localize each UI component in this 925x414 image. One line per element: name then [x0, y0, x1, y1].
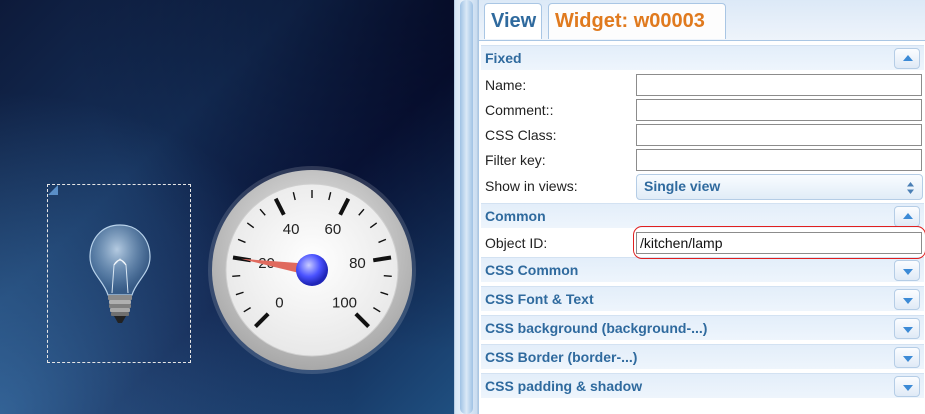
widget-canvas[interactable]: 020406080100	[0, 0, 454, 414]
comment-label: Comment::	[485, 102, 554, 118]
collapse-common-button[interactable]	[894, 206, 920, 227]
filter-key-label: Filter key:	[485, 152, 546, 168]
row-comment: Comment::	[485, 98, 924, 123]
comment-field[interactable]	[636, 99, 922, 121]
section-css-border[interactable]: CSS Border (border-...)	[481, 344, 924, 369]
minor-tick	[383, 274, 392, 277]
chevron-down-icon	[903, 269, 913, 275]
name-label: Name:	[485, 77, 527, 93]
css-class-label: CSS Class:	[485, 127, 557, 143]
major-tick	[372, 255, 392, 263]
section-css-border-title: CSS Border (border-...)	[485, 349, 638, 365]
section-fixed[interactable]: Fixed	[481, 45, 924, 70]
collapse-fixed-button[interactable]	[894, 48, 920, 69]
chevron-up-icon	[903, 213, 913, 219]
expand-css-border-button[interactable]	[894, 347, 920, 368]
property-panel: View Widget: w00003 Fixed Name: Comment:…	[478, 0, 925, 414]
row-show-in-views: Show in views: Single view	[485, 174, 924, 200]
tab-widget[interactable]: Widget: w00003	[548, 3, 726, 39]
gauge-label: 80	[349, 255, 366, 272]
panel-splitter[interactable]	[454, 0, 478, 414]
section-css-padding-shadow-title: CSS padding & shadow	[485, 378, 643, 394]
chevron-down-icon	[903, 327, 913, 333]
chevron-down-icon	[903, 385, 913, 391]
gauge-label: 60	[325, 221, 342, 238]
row-css-class: CSS Class:	[485, 123, 924, 148]
object-id-highlight	[633, 226, 925, 259]
css-class-field[interactable]	[636, 124, 922, 146]
filter-key-field[interactable]	[636, 149, 922, 171]
section-css-common-title: CSS Common	[485, 262, 579, 278]
expand-css-padding-shadow-button[interactable]	[894, 376, 920, 397]
chevron-down-icon	[903, 356, 913, 362]
panel-tabs: View Widget: w00003	[479, 0, 925, 41]
tab-view[interactable]: View	[484, 3, 542, 39]
section-css-background-title: CSS background (background-...)	[485, 320, 708, 336]
gauge-widget[interactable]: 020406080100	[207, 165, 417, 375]
section-common-title: Common	[485, 208, 546, 224]
gauge-label: 40	[283, 221, 300, 238]
section-common[interactable]: Common	[481, 203, 924, 228]
section-css-font-text[interactable]: CSS Font & Text	[481, 286, 924, 311]
chevron-down-icon	[903, 298, 913, 304]
section-css-font-text-title: CSS Font & Text	[485, 291, 594, 307]
splitter-handle[interactable]	[460, 0, 473, 414]
show-in-views-label: Show in views:	[485, 178, 578, 194]
section-css-padding-shadow[interactable]: CSS padding & shadow	[481, 373, 924, 398]
gauge-label: 0	[275, 295, 283, 312]
section-fixed-title: Fixed	[485, 50, 522, 66]
expand-css-font-text-button[interactable]	[894, 289, 920, 310]
row-filter-key: Filter key:	[485, 148, 924, 173]
gauge-label: 100	[332, 295, 357, 312]
light-bulb-icon	[89, 224, 151, 323]
section-css-background[interactable]: CSS background (background-...)	[481, 315, 924, 340]
object-id-label: Object ID:	[485, 235, 548, 251]
show-in-views-value: Single view	[644, 178, 721, 194]
expand-css-common-button[interactable]	[894, 260, 920, 281]
gauge-hub	[296, 254, 328, 286]
select-arrows-icon	[907, 182, 914, 194]
row-name: Name:	[485, 73, 924, 98]
resize-handle-icon[interactable]	[48, 185, 58, 195]
lamp-widget[interactable]	[47, 184, 191, 363]
chevron-up-icon	[903, 55, 913, 61]
name-field[interactable]	[636, 74, 922, 96]
minor-tick	[232, 274, 241, 277]
expand-css-background-button[interactable]	[894, 318, 920, 339]
show-in-views-select[interactable]: Single view	[636, 174, 923, 200]
section-css-common[interactable]: CSS Common	[481, 257, 924, 282]
